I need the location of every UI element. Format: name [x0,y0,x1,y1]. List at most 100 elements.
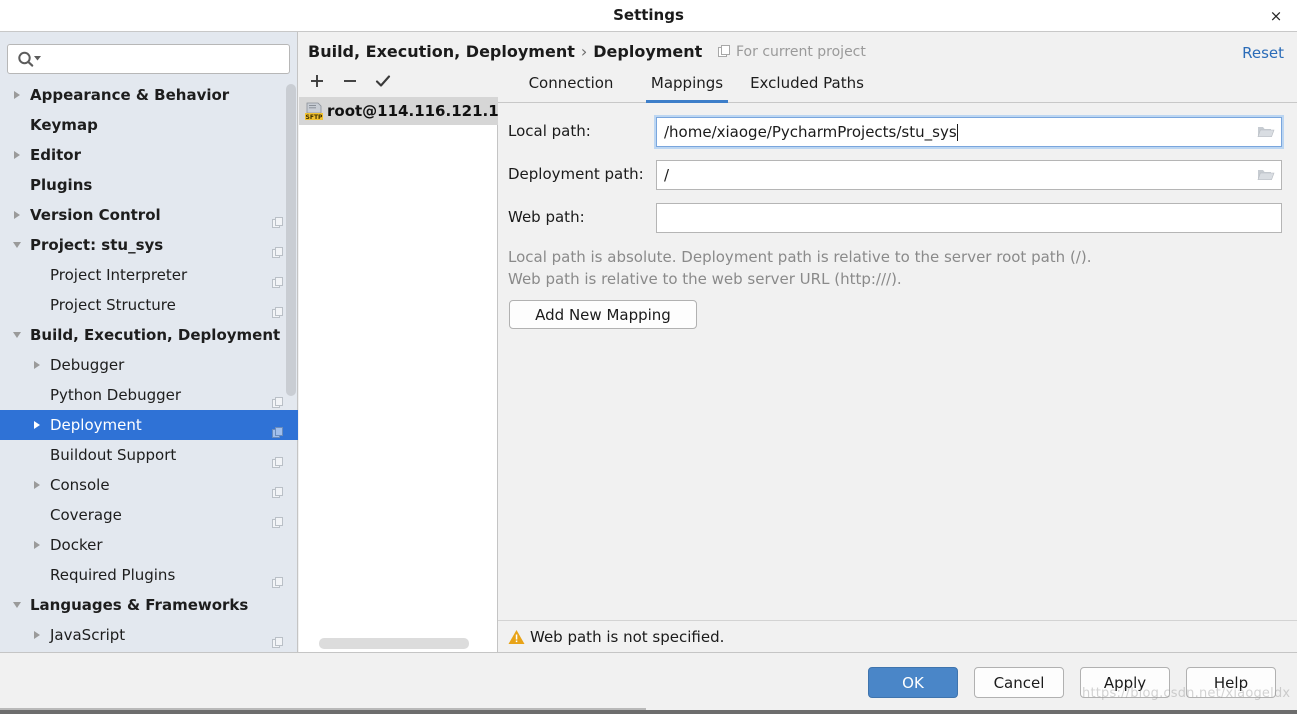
breadcrumb-separator: › [580,42,588,61]
sidebar-item-label: Console [50,476,110,494]
deployment-tabs[interactable]: Connection Mappings Excluded Paths [498,66,1297,103]
warning-triangle-icon [508,629,525,645]
set-default-server-button[interactable] [370,68,396,94]
sidebar-item-label: Buildout Support [50,446,177,464]
add-new-mapping-button[interactable]: Add New Mapping [509,300,697,329]
sidebar-item-coverage[interactable]: Coverage [0,500,298,530]
sidebar-item-javascript[interactable]: JavaScript [0,620,298,650]
sidebar-item-docker[interactable]: Docker [0,530,298,560]
chevron-right-icon[interactable] [10,80,24,110]
folder-browse-icon[interactable] [1257,124,1275,140]
ok-button[interactable]: OK [868,667,958,698]
chevron-down-icon[interactable] [10,590,24,620]
dialog-footer: OK Cancel Apply Help [0,652,1297,710]
sidebar-item-debugger[interactable]: Debugger [0,350,298,380]
title-bar: Settings × [0,0,1297,32]
scope-copy-icon [272,389,284,408]
sidebar-item-project-stu-sys[interactable]: Project: stu_sys [0,230,298,260]
scope-copy-icon [272,509,284,528]
sidebar-item-appearance-behavior[interactable]: Appearance & Behavior [0,80,298,110]
servers-toolbar [299,66,498,97]
local-path-input[interactable]: /home/xiaoge/PycharmProjects/stu_sys [656,117,1282,147]
sidebar-item-label: Required Plugins [50,566,176,584]
tab-mappings[interactable]: Mappings [646,66,728,103]
field-label: Deployment path: [508,165,644,183]
chevron-right-icon[interactable] [30,410,44,440]
sidebar-item-keymap[interactable]: Keymap [0,110,298,140]
settings-sidebar: Appearance & Behavior Keymap Editor Plugins… [0,32,298,652]
sidebar-item-required-plugins[interactable]: Required Plugins [0,560,298,590]
desktop-background-strip [0,710,1297,714]
search-field[interactable] [7,44,290,74]
watermark: https://blog.csdn.net/xiaogeldx [1082,686,1291,701]
sidebar-item-label: Keymap [30,116,98,134]
scope-copy-icon [272,209,284,228]
sidebar-item-plugins[interactable]: Plugins [0,170,298,200]
sidebar-item-deployment[interactable]: Deployment [0,410,298,440]
sidebar-item-python-debugger[interactable]: Python Debugger [0,380,298,410]
deployment-path-value: / [664,166,670,184]
servers-horizontal-scrollbar[interactable] [319,638,469,649]
folder-browse-icon[interactable] [1257,167,1275,183]
sidebar-item-label: JavaScript [50,626,126,644]
scope-copy-icon [272,569,284,588]
sidebar-item-version-control[interactable]: Version Control [0,200,298,230]
sidebar-item-label: Python Debugger [50,386,182,404]
sidebar-item-editor[interactable]: Editor [0,140,298,170]
sidebar-item-label: Editor [30,146,81,164]
breadcrumb-leaf: Deployment [593,42,703,61]
sidebar-item-buildout-support[interactable]: Buildout Support [0,440,298,470]
breadcrumb-root[interactable]: Build, Execution, Deployment [308,42,575,61]
tab-excluded-paths[interactable]: Excluded Paths [740,66,874,103]
chevron-down-icon[interactable] [10,230,24,260]
server-list-item[interactable]: SFTP root@114.116.121.14 [299,97,509,125]
for-current-project-text: For current project [736,44,866,60]
local-path-value: /home/xiaoge/PycharmProjects/stu_sys [664,123,957,141]
servers-panel: SFTP root@114.116.121.14 [299,66,509,652]
sidebar-item-label: Appearance & Behavior [30,86,230,104]
sidebar-item-project-interpreter[interactable]: Project Interpreter [0,260,298,290]
deployment-path-input[interactable]: / [656,160,1282,190]
chevron-right-icon[interactable] [10,140,24,170]
sidebar-item-project-structure[interactable]: Project Structure [0,290,298,320]
chevron-right-icon[interactable] [30,350,44,380]
scope-copy-icon [272,419,284,438]
settings-dialog: Settings × Appearance & Behavior Keymap Ed… [0,0,1297,714]
cancel-button[interactable]: Cancel [974,667,1064,698]
reset-link[interactable]: Reset [1242,44,1284,62]
svg-text:SFTP: SFTP [306,114,324,121]
chevron-right-icon[interactable] [30,470,44,500]
sidebar-item-label: Project Structure [50,296,176,314]
sidebar-item-label: Project: stu_sys [30,236,164,254]
text-caret [957,124,958,141]
tab-connection[interactable]: Connection [510,66,632,103]
for-current-project-label: For current project [718,44,866,62]
add-server-button[interactable] [304,68,330,94]
search-input[interactable] [44,46,286,72]
sidebar-item-label: Languages & Frameworks [30,596,249,614]
project-scope-icon [718,45,731,62]
settings-tree[interactable]: Appearance & Behavior Keymap Editor Plugins… [0,80,298,652]
scope-copy-icon [272,239,284,258]
sidebar-item-label: Build, Execution, Deployment [30,326,281,344]
close-icon[interactable]: × [1265,5,1287,27]
deployment-content: Connection Mappings Excluded Paths [498,66,1297,652]
chevron-right-icon[interactable] [30,530,44,560]
sidebar-scrollbar-thumb[interactable] [286,84,296,396]
field-label: Local path: [508,122,591,140]
chevron-right-icon[interactable] [30,620,44,650]
sidebar-item-label: Project Interpreter [50,266,188,284]
sidebar-item-languages-frameworks[interactable]: Languages & Frameworks [0,590,298,620]
web-path-input[interactable] [656,203,1282,233]
chevron-down-icon[interactable] [10,320,24,350]
hint-line-2: Web path is relative to the web server U… [508,270,902,288]
sidebar-item-build-execution-deployment[interactable]: Build, Execution, Deployment [0,320,298,350]
chevron-right-icon[interactable] [10,200,24,230]
scope-copy-icon [272,269,284,288]
remove-server-button[interactable] [337,68,363,94]
sidebar-item-label: Deployment [50,416,142,434]
sidebar-item-console[interactable]: Console [0,470,298,500]
server-name: root@114.116.121.14 [327,102,510,120]
sidebar-item-label: Version Control [30,206,161,224]
sidebar-item-label: Plugins [30,176,93,194]
